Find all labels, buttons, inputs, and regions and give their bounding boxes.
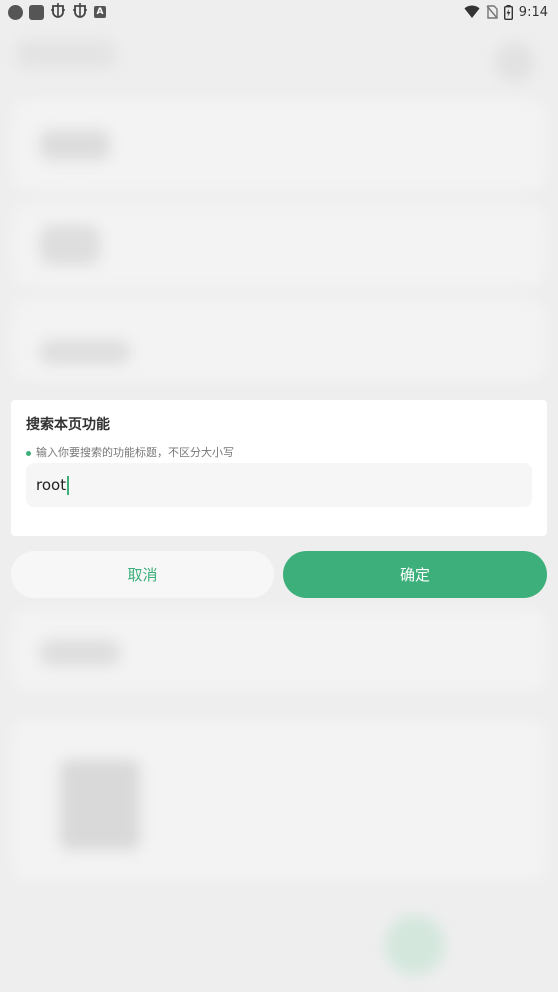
search-input[interactable]: root xyxy=(26,463,532,507)
hint-row: 输入你要搜索的功能标题，不区分大小写 xyxy=(26,446,532,460)
cancel-button[interactable]: 取消 xyxy=(11,551,274,598)
wifi-icon xyxy=(464,5,480,18)
a-icon: A xyxy=(94,6,106,18)
bg-block xyxy=(385,915,445,975)
clock: 9:14 xyxy=(518,4,548,20)
bg-block xyxy=(40,225,100,265)
dialog-title: 搜索本页功能 xyxy=(26,417,110,433)
status-left-icons: A xyxy=(8,2,106,22)
bullet-dot-icon xyxy=(26,450,31,456)
search-input-value: root xyxy=(36,476,67,494)
status-right-icons: 9:14 xyxy=(464,4,548,20)
bg-block xyxy=(40,340,130,364)
status-bar: A 9:14 xyxy=(0,0,558,24)
bg-block xyxy=(16,40,116,68)
bug-icon xyxy=(72,2,88,22)
bg-block xyxy=(60,760,140,850)
bg-block xyxy=(40,640,120,666)
bug-icon xyxy=(50,2,66,22)
no-sim-icon xyxy=(486,5,498,19)
bg-block xyxy=(40,130,110,160)
dot-icon xyxy=(8,4,23,20)
bg-block xyxy=(495,42,535,82)
text-caret xyxy=(67,475,70,495)
app-square-icon xyxy=(29,4,44,20)
hint-text: 输入你要搜索的功能标题，不区分大小写 xyxy=(36,446,234,459)
search-dialog: 搜索本页功能 输入你要搜索的功能标题，不区分大小写 root xyxy=(11,400,547,536)
battery-icon xyxy=(503,4,513,20)
confirm-button[interactable]: 确定 xyxy=(283,551,547,598)
